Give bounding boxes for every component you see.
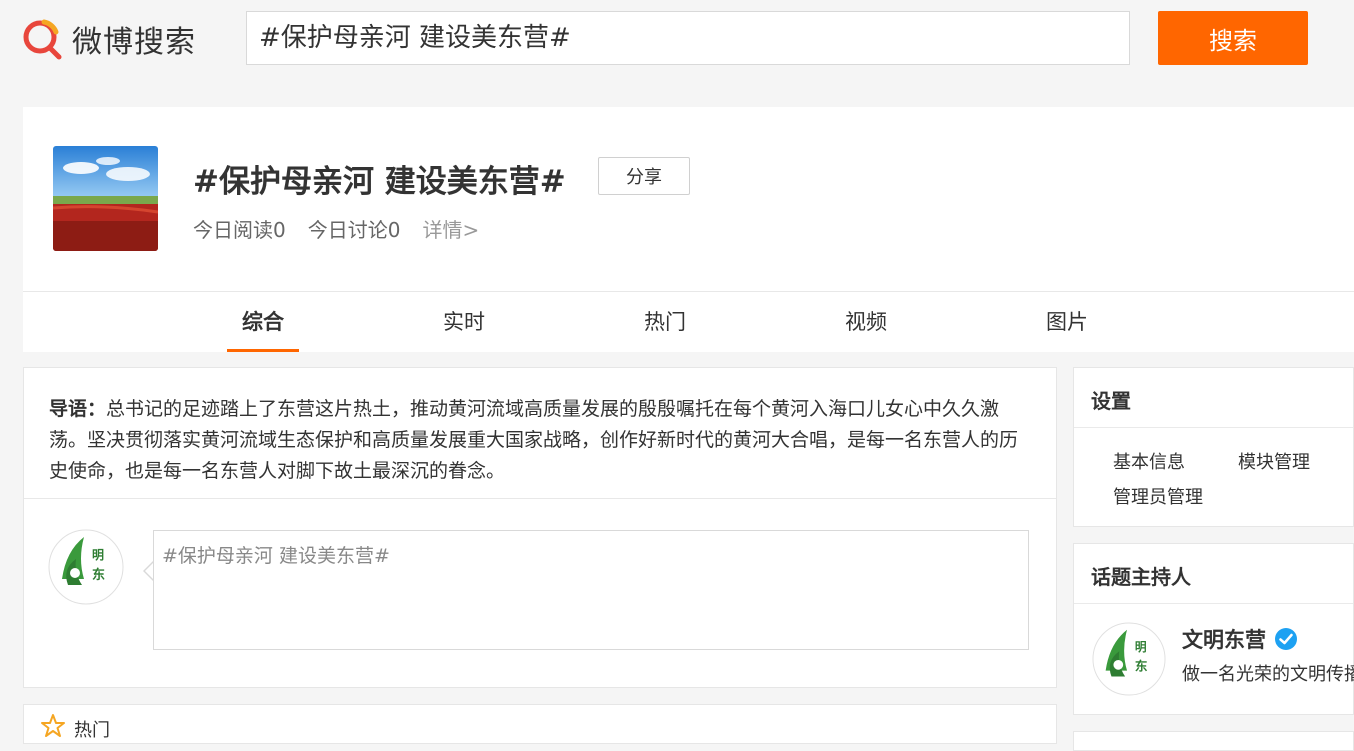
reads-today: 今日阅读0 [193,218,286,242]
star-icon [40,713,66,739]
settings-card: 设置 基本信息 模块管理 管理员管理 [1073,367,1354,527]
intro-prefix: 导语： [49,398,107,420]
host-divider [1074,603,1353,604]
tab-comprehensive[interactable]: 综合 [227,306,299,350]
post-composer-textarea[interactable]: #保护母亲河 建设美东营# [153,530,1029,650]
tab-realtime[interactable]: 实时 [428,306,500,350]
topic-cover-image [53,146,158,251]
settings-basic-info-link[interactable]: 基本信息 [1113,448,1185,474]
logo-text: 微博搜索 [72,25,196,60]
discussions-today: 今日讨论0 [307,218,401,242]
search-button[interactable]: 搜索 [1158,11,1308,65]
topic-intro: 导语：总书记的足迹踏上了东营这片热土，推动黄河流域高质量发展的殷殷嘱托在每个黄河… [49,394,1034,487]
tab-images[interactable]: 图片 [1031,306,1103,350]
hot-section: 热门 [23,704,1057,744]
svg-text:东: 东 [1135,659,1148,674]
topic-title: #保护母亲河 建设美东营# [193,164,566,200]
svg-text:明: 明 [92,548,104,562]
settings-module-manage-link[interactable]: 模块管理 [1238,448,1310,474]
active-tab-indicator [227,349,299,352]
topic-stats: 今日阅读0 今日讨论0 详情> [193,214,479,243]
weibo-search-logo[interactable]: 微博搜索 [22,16,196,62]
host-name-row: 文明东营 [1182,624,1298,654]
tabs-divider [23,291,1354,292]
composer-pointer [143,561,154,581]
tab-hot[interactable]: 热门 [629,306,701,350]
settings-divider [1074,427,1353,428]
search-input[interactable]: #保护母亲河 建设美东营# [246,11,1130,65]
intro-text: 总书记的足迹踏上了东营这片热土，推动黄河流域高质量发展的殷殷嘱托在每个黄河入海口… [49,398,1019,482]
verified-badge-icon [1274,627,1298,651]
user-avatar[interactable]: 明 东 [48,529,124,605]
settings-title: 设置 [1091,389,1131,413]
sidebar-next-card [1073,731,1354,751]
details-link[interactable]: 详情> [422,214,479,243]
tab-video[interactable]: 视频 [830,306,902,350]
topic-header-card: #保护母亲河 建设美东营# 分享 今日阅读0 今日讨论0 详情> 综合 实时 热… [23,107,1354,352]
svg-text:东: 东 [92,567,105,583]
share-button[interactable]: 分享 [598,157,690,195]
main-content-card: 导语：总书记的足迹踏上了东营这片热土，推动黄河流域高质量发展的殷殷嘱托在每个黄河… [23,367,1057,688]
host-avatar[interactable]: 明 东 [1092,622,1166,696]
host-description: 做一名光荣的文明传播 [1182,664,1354,685]
host-name[interactable]: 文明东营 [1182,624,1266,654]
host-title: 话题主持人 [1091,565,1191,589]
search-logo-icon [22,18,64,60]
topic-host-card: 话题主持人 明 东 文明东营 做一名光荣的文明传播 [1073,543,1354,715]
svg-text:明: 明 [1135,640,1147,654]
settings-admin-manage-link[interactable]: 管理员管理 [1113,483,1203,509]
hot-label: 热门 [74,720,110,741]
intro-divider [24,498,1056,499]
